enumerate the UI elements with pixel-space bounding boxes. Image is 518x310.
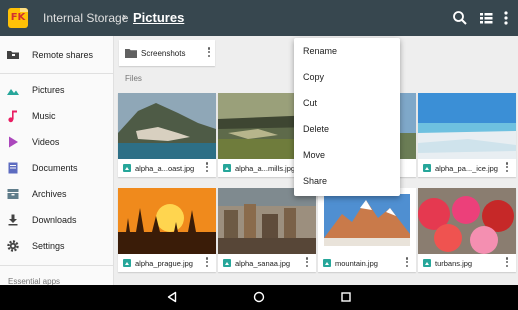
file-name: alpha_prague.jpg <box>135 259 193 268</box>
image-file-icon <box>423 164 431 172</box>
system-nav-bar <box>0 285 518 310</box>
more-options-icon[interactable] <box>305 256 309 270</box>
divider <box>0 73 114 74</box>
app-bar: FK Internal Storage › Pictures <box>0 0 518 36</box>
app-logo[interactable]: FK <box>8 8 28 28</box>
image-file-icon <box>223 259 231 267</box>
menu-item-label: Delete <box>303 124 330 134</box>
network-folder-icon <box>7 51 19 59</box>
image-file-icon <box>423 259 431 267</box>
menu-item-delete[interactable]: Delete <box>294 116 400 142</box>
sidebar-item-label: Archives <box>32 189 67 199</box>
download-icon <box>8 214 18 226</box>
file-name: alpha_a...oast.jpg <box>135 164 195 173</box>
menu-item-label: Cut <box>303 98 318 108</box>
file-name: alpha_pa..._ice.jpg <box>435 164 498 173</box>
menu-item-label: Copy <box>303 72 325 82</box>
file-name: mountain.jpg <box>335 259 378 268</box>
image-icon <box>7 89 19 95</box>
menu-item-move[interactable]: Move <box>294 142 400 168</box>
more-options-icon[interactable] <box>505 161 509 175</box>
folder-icon <box>125 49 137 58</box>
file-tile[interactable]: alpha_a...oast.jpg <box>118 93 216 177</box>
breadcrumb-current[interactable]: Pictures <box>133 10 184 25</box>
folder-name: Screenshots <box>141 49 186 58</box>
breadcrumb-separator: › <box>122 9 127 24</box>
more-options-icon[interactable] <box>405 256 409 270</box>
logo-text: FK <box>10 12 26 23</box>
more-options-icon[interactable] <box>205 256 209 270</box>
thumbnail-ice <box>418 93 516 159</box>
sidebar-item-label: Music <box>32 111 56 121</box>
image-file-icon <box>123 259 131 267</box>
recents-icon[interactable] <box>340 291 352 303</box>
sidebar-item-archives[interactable]: Archives <box>0 181 114 207</box>
overflow-menu-icon[interactable] <box>497 9 515 27</box>
music-note-icon <box>8 110 17 123</box>
image-file-icon <box>223 164 231 172</box>
sidebar-item-label: Remote shares <box>32 50 94 60</box>
back-icon[interactable] <box>166 291 178 303</box>
sidebar-item-label: Documents <box>32 163 78 173</box>
menu-item-copy[interactable]: Copy <box>294 64 400 90</box>
sidebar-item-label: Pictures <box>32 85 65 95</box>
file-tile[interactable]: alpha_pa..._ice.jpg <box>418 93 516 177</box>
more-options-icon[interactable] <box>205 161 209 175</box>
file-name: turbans.jpg <box>435 259 473 268</box>
document-icon <box>8 162 18 174</box>
thumbnail-prague <box>118 188 216 254</box>
folder-item-screenshots[interactable]: Screenshots <box>119 40 215 66</box>
thumbnail-mountain <box>318 188 416 254</box>
file-tile[interactable]: alpha_prague.jpg <box>118 188 216 272</box>
menu-item-rename[interactable]: Rename <box>294 38 400 64</box>
home-icon[interactable] <box>253 291 265 303</box>
sidebar-item-label: Downloads <box>32 215 77 225</box>
image-file-icon <box>323 259 331 267</box>
play-icon <box>9 136 18 148</box>
sidebar-item-music[interactable]: Music <box>0 103 114 129</box>
gear-icon <box>7 240 19 252</box>
divider <box>0 265 114 266</box>
archive-icon <box>7 189 19 199</box>
menu-item-label: Share <box>303 176 328 186</box>
file-name: alpha_a...mills.jpg <box>235 164 296 173</box>
search-icon[interactable] <box>451 9 469 27</box>
thumbnail-coast <box>118 93 216 159</box>
breadcrumb-root[interactable]: Internal Storage <box>43 11 128 25</box>
more-options-icon[interactable] <box>505 256 509 270</box>
menu-item-cut[interactable]: Cut <box>294 90 400 116</box>
sidebar-item-label: Videos <box>32 137 60 147</box>
view-list-icon[interactable] <box>477 9 495 27</box>
sidebar-item-label: Settings <box>32 241 65 251</box>
file-name: alpha_sanaa.jpg <box>235 259 291 268</box>
image-file-icon <box>123 164 131 172</box>
menu-item-label: Move <box>303 150 326 160</box>
thumbnail-turbans <box>418 188 516 254</box>
sidebar-item-remote-shares[interactable]: Remote shares <box>0 42 114 68</box>
file-tile[interactable]: alpha_sanaa.jpg <box>218 188 316 272</box>
sidebar-item-documents[interactable]: Documents <box>0 155 114 181</box>
context-menu: Rename Copy Cut Delete Move Share <box>294 38 400 196</box>
sidebar: Remote shares Pictures Music Videos Docu… <box>0 36 114 286</box>
menu-item-label: Rename <box>303 46 338 56</box>
sidebar-item-videos[interactable]: Videos <box>0 129 114 155</box>
files-section-label: Files <box>125 74 142 83</box>
sidebar-item-settings[interactable]: Settings <box>0 233 114 259</box>
file-tile[interactable]: mountain.jpg <box>318 188 416 272</box>
sidebar-item-downloads[interactable]: Downloads <box>0 207 114 233</box>
menu-item-share[interactable]: Share <box>294 168 400 194</box>
more-options-icon[interactable] <box>207 46 211 60</box>
sidebar-item-pictures[interactable]: Pictures <box>0 77 114 103</box>
file-tile[interactable]: turbans.jpg <box>418 188 516 272</box>
thumbnail-sanaa <box>218 188 316 254</box>
